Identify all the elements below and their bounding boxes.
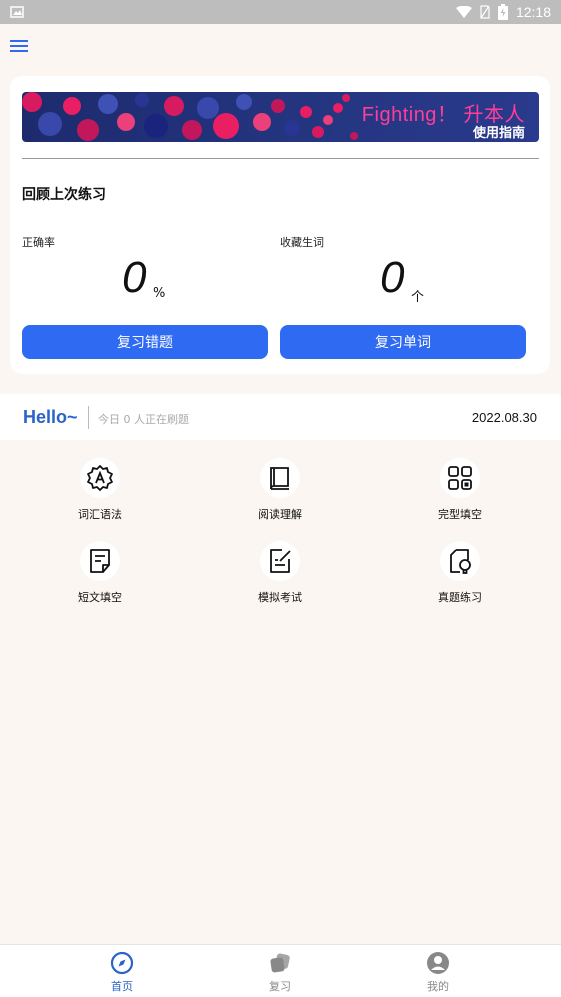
- review-words-button[interactable]: 复习单词: [280, 325, 526, 359]
- category-reading[interactable]: 阅读理解: [220, 458, 340, 528]
- category-past-papers[interactable]: 真题练习: [400, 541, 520, 611]
- divider: [22, 158, 539, 159]
- current-date: 2022.08.30: [471, 410, 537, 425]
- nav-label: 首页: [111, 980, 133, 993]
- guide-banner[interactable]: Fighting！ 升本人 使用指南: [22, 92, 539, 142]
- nav-label: 我的: [427, 980, 449, 993]
- review-card: Fighting！ 升本人 使用指南 回顾上次练习 正确率 0 % 收藏生词 0…: [10, 76, 550, 374]
- review-title: 回顾上次练习: [22, 187, 106, 203]
- review-mistakes-button[interactable]: 复习错题: [22, 325, 268, 359]
- accuracy-value: 0: [122, 253, 147, 302]
- category-label: 完型填空: [438, 508, 482, 521]
- bottom-nav: 首页 复习 我的: [0, 944, 561, 997]
- edit-document-icon: [270, 549, 291, 573]
- hello-strip: Hello~ 今日 0 人正在刷题 2022.08.30: [0, 394, 561, 440]
- lightbulb-icon: [450, 549, 471, 574]
- words-label: 收藏生词: [280, 236, 324, 249]
- hello-separator: [88, 406, 89, 429]
- words-value: 0: [380, 253, 405, 302]
- nav-home[interactable]: 首页: [82, 951, 162, 995]
- banner-subtitle: 使用指南: [472, 126, 525, 141]
- menu-icon[interactable]: [10, 38, 28, 54]
- wifi-icon: [455, 6, 472, 18]
- nav-review[interactable]: 复习: [240, 951, 320, 995]
- nav-profile[interactable]: 我的: [398, 951, 478, 995]
- category-short-fill[interactable]: 短文填空: [40, 541, 160, 611]
- no-sim-icon: [480, 5, 490, 19]
- hello-greeting: Hello~: [23, 407, 78, 427]
- status-time: 12:18: [515, 4, 551, 20]
- profile-icon: [427, 952, 449, 974]
- grid-icon: [448, 466, 472, 490]
- category-label: 模拟考试: [258, 591, 302, 604]
- category-label: 阅读理解: [258, 508, 302, 521]
- nav-label: 复习: [269, 980, 291, 993]
- category-cloze[interactable]: 完型填空: [400, 458, 520, 528]
- category-vocabulary-grammar[interactable]: 词汇语法: [40, 458, 160, 528]
- vocabulary-badge-icon: [87, 465, 113, 491]
- category-mock-exam[interactable]: 模拟考试: [220, 541, 340, 611]
- cards-icon: [270, 953, 290, 973]
- category-label: 词汇语法: [78, 508, 122, 521]
- document-icon: [90, 549, 110, 573]
- book-icon: [270, 467, 289, 490]
- top-bar: [0, 24, 561, 68]
- accuracy-unit: %: [153, 286, 166, 301]
- compass-icon: [110, 951, 134, 975]
- accuracy-label: 正确率: [22, 236, 55, 249]
- active-users-text: 今日 0 人正在刷题: [98, 413, 189, 426]
- status-bar: 12:18: [0, 0, 561, 24]
- category-label: 短文填空: [78, 591, 122, 604]
- words-unit: 个: [411, 290, 425, 305]
- category-label: 真题练习: [438, 591, 482, 604]
- image-notification-icon: [10, 6, 24, 18]
- battery-charging-icon: [497, 4, 508, 20]
